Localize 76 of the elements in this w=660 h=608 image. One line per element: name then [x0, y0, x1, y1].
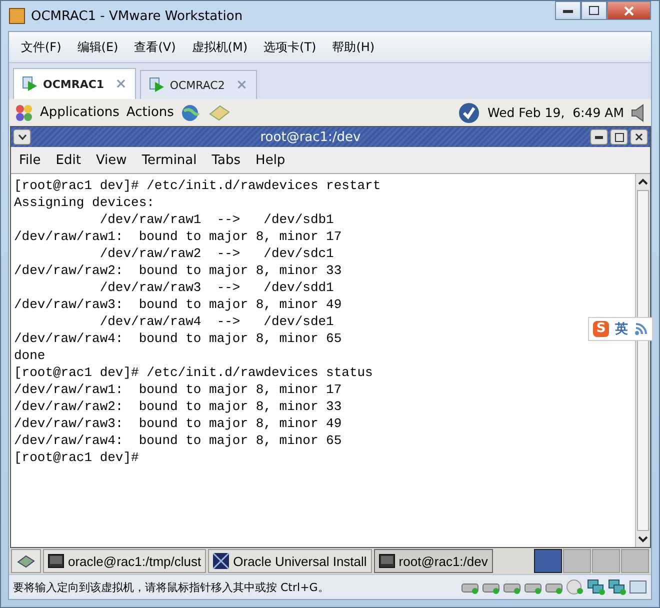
clock[interactable]: Wed Feb 19, 6:49 AM	[487, 105, 624, 120]
menu-item[interactable]: Edit	[56, 152, 81, 168]
close-button[interactable]	[630, 129, 648, 145]
show-desktop-button[interactable]	[11, 549, 41, 573]
menu-item[interactable]: 查看(V)	[134, 38, 176, 56]
update-check-icon[interactable]	[458, 102, 480, 124]
terminal-line: /dev/raw/raw1 --> /dev/sdb1	[98, 211, 334, 228]
input-method-bar[interactable]: S 英	[588, 317, 653, 341]
panel-menu[interactable]: Actions	[126, 105, 174, 120]
terminal-line: [root@rac1 dev]#	[14, 449, 139, 466]
close-icon	[624, 6, 634, 16]
minimize-button[interactable]	[590, 129, 608, 145]
menu-item[interactable]: File	[19, 152, 41, 168]
signal-icon[interactable]	[634, 322, 648, 336]
network-icon[interactable]	[587, 579, 605, 595]
caret-icon	[18, 134, 26, 140]
menu-item[interactable]: 选项卡(T)	[264, 38, 316, 56]
terminal-line: /dev/raw/raw3: bound to major 8, minor 49	[14, 415, 342, 432]
vm-tab[interactable]: OCMRAC1 ×	[13, 68, 136, 99]
taskbar-button[interactable]: Oracle Universal Install	[208, 549, 372, 573]
maximize-icon	[589, 6, 599, 15]
input-method-logo: S	[593, 321, 609, 337]
terminal-line: Assigning devices:	[14, 194, 154, 211]
terminal-icon	[378, 554, 395, 568]
scrollbar[interactable]	[635, 174, 650, 547]
terminal-icon	[48, 554, 64, 568]
terminal-line: /dev/raw/raw1: bound to major 8, minor 17	[14, 228, 342, 245]
input-mode-label[interactable]: 英	[615, 320, 628, 338]
minimize-icon	[595, 136, 603, 138]
window-title: OCMRAC1 - VMware Workstation	[31, 8, 243, 24]
terminal-line: /dev/raw/raw4: bound to major 8, minor 65	[14, 330, 342, 347]
terminal-line: /dev/raw/raw2 --> /dev/sdc1	[98, 245, 334, 262]
desktop-icon	[17, 554, 35, 568]
menu-item[interactable]: Terminal	[142, 152, 197, 168]
message-icon[interactable]	[629, 579, 647, 595]
minimize-button[interactable]	[555, 1, 581, 20]
installer-icon	[213, 553, 230, 569]
scroll-thumb[interactable]	[637, 190, 649, 531]
applications-icon	[15, 104, 33, 122]
terminal-line: [root@rac1 dev]# /etc/init.d/rawdevices restart	[14, 177, 381, 194]
menu-item[interactable]: Tabs	[212, 152, 241, 168]
menu-item[interactable]: 文件(F)	[21, 38, 62, 56]
menu-item[interactable]: 虚拟机(M)	[192, 38, 248, 56]
terminal-line: /dev/raw/raw2: bound to major 8, minor 33	[14, 262, 342, 279]
terminal-line: [root@rac1 dev]# /etc/init.d/rawdevices status	[14, 364, 373, 381]
terminal-line: /dev/raw/raw4: bound to major 8, minor 65	[14, 432, 342, 449]
close-button[interactable]	[607, 1, 651, 20]
play-icon	[22, 76, 38, 92]
window-menu-button[interactable]	[13, 129, 31, 145]
maximize-icon	[614, 132, 624, 142]
minimize-icon	[563, 8, 573, 12]
speaker-icon[interactable]	[631, 104, 645, 122]
terminal-line: /dev/raw/raw1: bound to major 8, minor 17	[14, 381, 342, 398]
taskbar-button[interactable]: oracle@rac1:/tmp/clust	[43, 549, 206, 573]
menu-item[interactable]: Help	[256, 152, 286, 168]
play-icon	[148, 77, 165, 93]
menu-item[interactable]: 编辑(E)	[77, 38, 118, 56]
terminal-line: /dev/raw/raw4 --> /dev/sde1	[98, 313, 334, 330]
terminal-line: /dev/raw/raw2: bound to major 8, minor 33	[14, 398, 342, 415]
vm-tab[interactable]: OCMRAC2 ×	[140, 70, 257, 99]
terminal-line: done	[14, 347, 46, 364]
maximize-button[interactable]	[610, 129, 628, 145]
maximize-button[interactable]	[581, 1, 607, 20]
terminal-title: root@rac1:/dev	[259, 130, 362, 144]
status-message: 要将输入定向到该虚拟机，请将鼠标指针移入其中或按 Ctrl+G。	[13, 580, 329, 594]
panel-menu[interactable]: Applications	[40, 105, 120, 120]
network-icon[interactable]	[608, 579, 626, 595]
taskbar-button[interactable]: root@rac1:/dev	[374, 549, 493, 573]
workspace-button[interactable]	[534, 549, 562, 573]
close-icon	[635, 133, 643, 141]
menu-item[interactable]: View	[96, 152, 127, 168]
globe-icon[interactable]	[180, 104, 201, 122]
terminal-line: /dev/raw/raw3 --> /dev/sdd1	[98, 279, 334, 296]
terminal-line: /dev/raw/raw3: bound to major 8, minor 49	[14, 296, 342, 313]
app-icon	[9, 8, 25, 24]
menu-item[interactable]: 帮助(H)	[332, 38, 375, 56]
